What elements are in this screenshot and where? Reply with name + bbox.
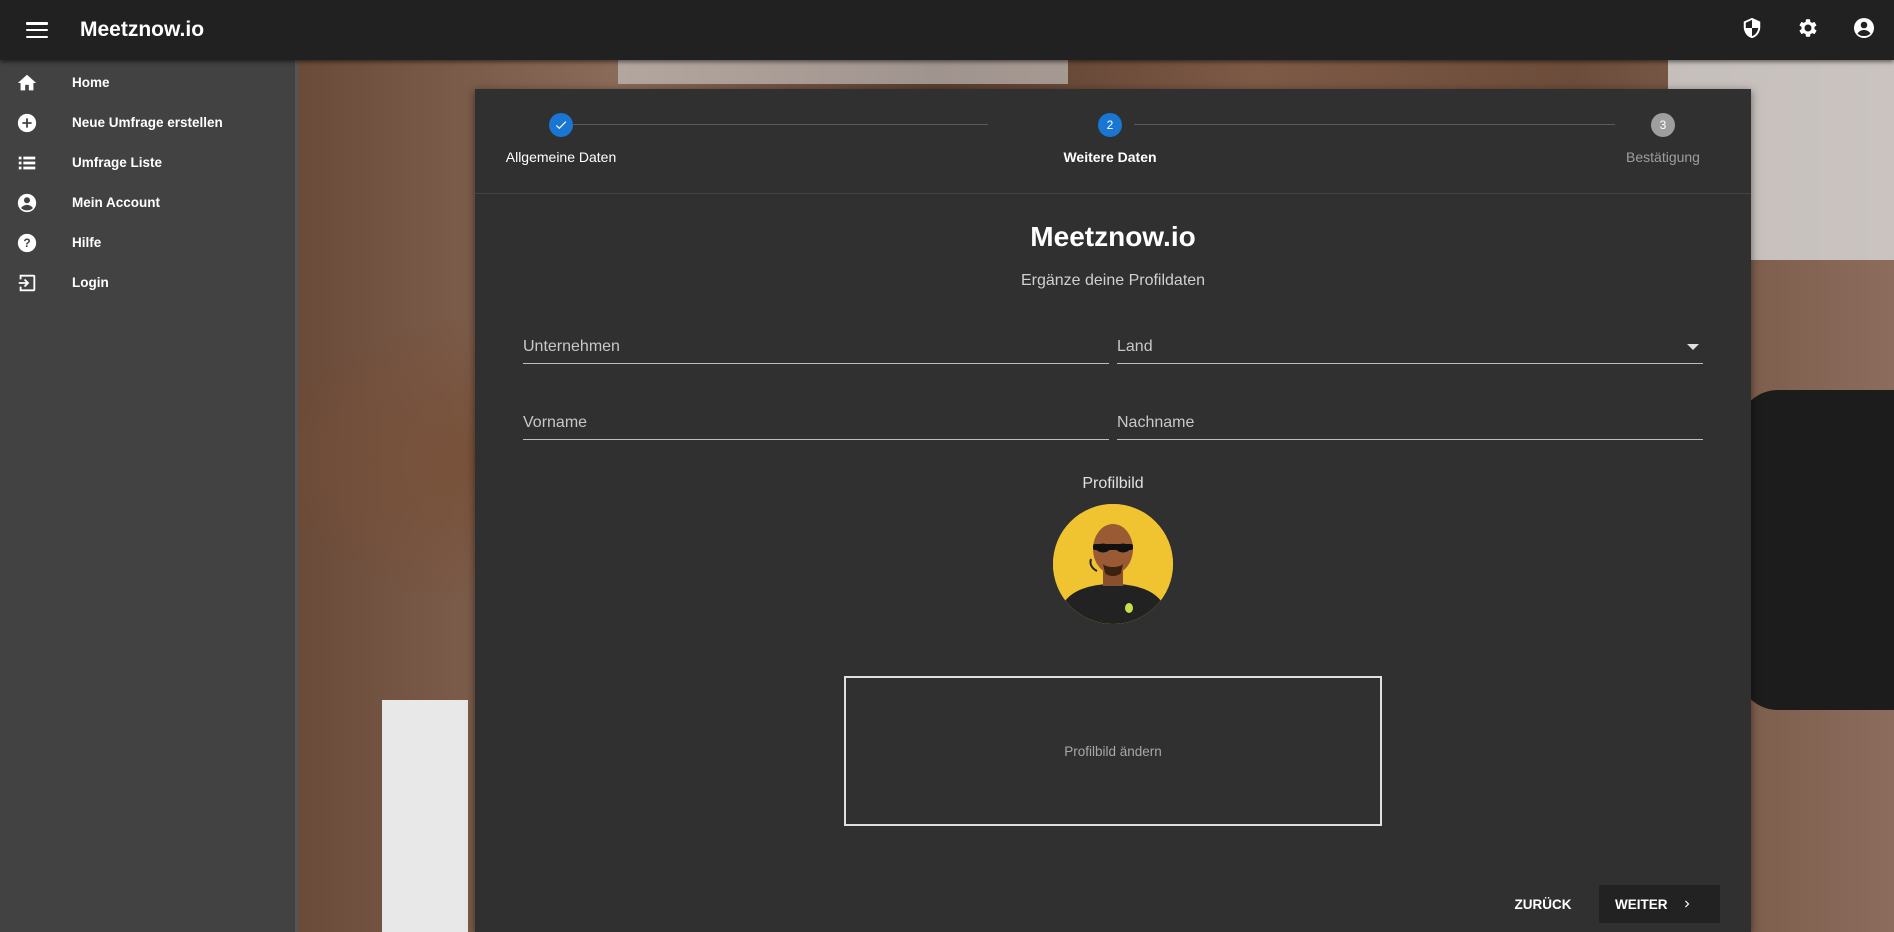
country-select[interactable] [1117,332,1703,364]
step-connector [573,124,988,125]
form-brand-title: Meetznow.io [1030,221,1196,252]
top-app-bar: Meetznow.io [0,0,1894,60]
change-picture-dropzone[interactable]: Profilbild ändern [844,676,1382,826]
sidebar: Home Neue Umfrage erstellen Umfrage List… [0,60,298,932]
sidebar-item-survey-list[interactable]: Umfrage Liste [0,142,295,182]
stepper: Allgemeine Daten 2 Weitere Daten 3 Bestä… [475,89,1751,194]
step-2-label: Weitere Daten [1063,149,1157,165]
sidebar-item-help[interactable]: ? Hilfe [0,222,295,262]
firstname-field[interactable] [523,408,1109,440]
avatar [1053,504,1173,624]
step-1-label: Allgemeine Daten [505,149,617,165]
app-title: Meetznow.io [80,18,205,41]
firstname-input[interactable] [523,408,1109,438]
sidebar-item-label: Home [72,74,110,90]
chevron-right-icon [1684,900,1689,908]
account-circle-icon[interactable] [1850,14,1878,42]
account-circle-icon [17,193,37,213]
login-icon [18,274,36,292]
step-connector [1134,124,1615,125]
menu-icon[interactable] [24,20,50,40]
dropdown-arrow-icon[interactable] [1687,344,1699,350]
sidebar-item-account[interactable]: Mein Account [0,182,295,222]
sidebar-item-label: Hilfe [72,234,102,250]
step-3-label: Bestätigung [1626,149,1700,165]
help-icon: ? [17,233,37,253]
add-circle-icon [17,113,37,133]
svg-text:?: ? [23,236,30,250]
country-input[interactable] [1117,332,1703,362]
step-1-completed-icon [549,113,573,137]
sidebar-item-label: Mein Account [72,194,161,210]
sidebar-item-label: Login [72,274,109,290]
next-button[interactable]: WEITER [1599,885,1720,923]
sidebar-item-login[interactable]: Login [0,262,295,302]
list-icon [18,156,36,170]
sidebar-item-label: Umfrage Liste [72,154,163,170]
lastname-input[interactable] [1117,408,1703,438]
sidebar-item-label: Neue Umfrage erstellen [72,114,223,130]
lastname-field[interactable] [1117,408,1703,440]
profile-form-card: Allgemeine Daten 2 Weitere Daten 3 Bestä… [475,89,1751,932]
home-icon [17,74,37,91]
sidebar-item-home[interactable]: Home [0,62,295,102]
profile-picture-label: Profilbild [1082,475,1144,492]
next-button-label: WEITER [1615,896,1668,912]
sidebar-item-new-survey[interactable]: Neue Umfrage erstellen [0,102,295,142]
top-icons [1738,14,1878,42]
change-picture-label: Profilbild ändern [1064,743,1162,759]
company-input[interactable] [523,332,1109,362]
step-2-number: 2 [1098,113,1122,137]
back-button[interactable]: ZURÜCK [1500,885,1586,923]
step-3-number: 3 [1651,113,1675,137]
gear-icon[interactable] [1794,14,1822,42]
form-subtitle: Ergänze deine Profildaten [1020,272,1206,289]
company-field[interactable] [523,332,1109,364]
shield-icon[interactable] [1738,14,1766,42]
